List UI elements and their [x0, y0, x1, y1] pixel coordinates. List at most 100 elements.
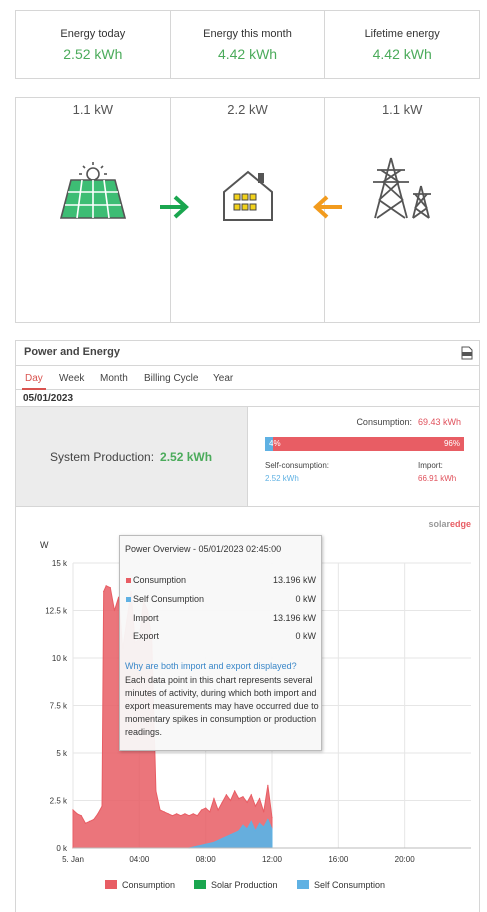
solar-power-value: 1.1 kW — [72, 102, 114, 117]
data-point — [196, 845, 198, 847]
tooltip-explanation: Each data point in this chart represents… — [125, 675, 319, 737]
power-overview-tooltip: Power Overview - 05/01/2023 02:45:00 Con… — [119, 535, 322, 751]
data-point — [254, 805, 257, 807]
home-column: 2.2 kW — [171, 98, 343, 322]
x-tick-label: 20:00 — [395, 855, 416, 864]
legend-self-consumption[interactable]: Self Consumption — [297, 880, 385, 890]
data-point — [263, 811, 265, 813]
active-tab-underline — [22, 388, 46, 390]
data-point — [159, 809, 161, 811]
consumption-box: Consumption: 69.43 kWh 4% 96% Self-consum… — [248, 407, 479, 506]
data-point — [246, 828, 248, 830]
y-axis-label: W — [40, 540, 49, 550]
consumption-label: Consumption: — [356, 417, 412, 427]
period-tabs: Day Week Month Billing Cycle Year — [16, 366, 479, 390]
data-point — [105, 585, 107, 587]
x-tick-label: 08:00 — [196, 855, 217, 864]
legend-solar-production[interactable]: Solar Production — [194, 880, 278, 890]
data-point — [113, 609, 116, 612]
legend-consumption[interactable]: Consumption — [105, 880, 175, 890]
data-point — [103, 590, 105, 593]
energy-month-value: 4.42 kWh — [217, 46, 278, 62]
tab-year[interactable]: Year — [213, 373, 233, 384]
power-flow-panel: 1.1 kW 2.2 kW 1.1 kW — [15, 97, 480, 323]
data-point — [200, 809, 203, 811]
energy-today-card: Energy today 2.52 kWh — [16, 11, 171, 78]
data-point — [221, 837, 223, 840]
tooltip-row-value: 13.196 kW — [272, 613, 316, 623]
tab-billing-cycle[interactable]: Billing Cycle — [144, 373, 198, 384]
consumption-swatch — [126, 578, 131, 584]
energy-today-label: Energy today — [60, 28, 126, 40]
power-chart[interactable]: solaredge 0 k 2.5 k 5 k 7.5 k 10 k 12.5 k 15 k… — [16, 509, 479, 912]
data-point — [188, 815, 190, 817]
y-tick-label: 0 k — [56, 844, 68, 853]
tooltip-help-link[interactable]: Why are both import and export displayed… — [125, 661, 297, 671]
data-point — [213, 798, 215, 800]
data-point — [221, 801, 223, 803]
panel-header: Power and Energy — [16, 341, 479, 366]
data-point — [88, 820, 91, 822]
grid-column: 1.1 kW — [325, 98, 479, 322]
csv-export-icon[interactable] — [461, 346, 473, 360]
self-percent: 4% — [269, 439, 281, 448]
legend-swatch — [105, 880, 117, 889]
tab-day[interactable]: Day — [25, 373, 43, 384]
data-point — [229, 834, 232, 836]
data-point — [250, 820, 252, 822]
import-percent: 96% — [443, 439, 460, 448]
system-production-value: 2.52 kWh — [160, 450, 213, 464]
data-point — [76, 813, 78, 815]
data-point — [213, 841, 215, 843]
solar-column: 1.1 kW — [16, 98, 189, 322]
selected-date[interactable]: 05/01/2023 — [16, 390, 479, 407]
brand-text-2: edge — [449, 519, 471, 529]
data-point — [163, 811, 165, 813]
lifetime-energy-label: Lifetime energy — [364, 28, 440, 40]
grid-power-value: 1.1 kW — [381, 102, 423, 117]
data-point — [242, 824, 244, 826]
energy-today-value: 2.52 kWh — [63, 46, 123, 62]
data-point — [250, 794, 252, 796]
consumption-total: Consumption: 69.43 kWh — [356, 417, 461, 427]
lifetime-energy-value: 4.42 kWh — [372, 46, 432, 62]
tooltip-row-value: 13.196 kW — [272, 575, 316, 585]
legend-swatch — [297, 880, 309, 889]
y-tick-label: 12.5 k — [45, 607, 68, 616]
consumption-value: 69.43 kWh — [417, 417, 461, 427]
x-tick-label: 12:00 — [262, 855, 283, 864]
data-point — [217, 809, 219, 811]
tooltip-row-value: 0 kW — [295, 594, 316, 604]
import-label: Import: — [418, 461, 443, 470]
x-tick-label: 16:00 — [328, 855, 349, 864]
consumption-split-bar: 4% 96% — [265, 437, 464, 451]
data-point — [254, 830, 257, 832]
tooltip-row-name: Self Consumption — [133, 594, 205, 604]
tab-month[interactable]: Month — [100, 373, 128, 384]
power-grid-tower-icon — [373, 157, 432, 219]
x-tick-label: 5. Jan — [62, 855, 84, 864]
legend-label: Solar Production — [211, 880, 278, 890]
tooltip-row-name: Consumption — [133, 575, 187, 585]
legend-label: Self Consumption — [314, 880, 386, 890]
tab-week[interactable]: Week — [59, 373, 84, 384]
data-point — [192, 813, 194, 815]
data-point — [205, 843, 207, 845]
lifetime-energy-card: Lifetime energy 4.42 kWh — [325, 11, 479, 78]
energy-month-label: Energy this month — [203, 28, 292, 40]
y-tick-label: 5 k — [56, 749, 68, 758]
y-tick-label: 15 k — [52, 559, 68, 568]
data-point — [271, 828, 273, 830]
data-point — [184, 813, 186, 815]
x-tick-label: 04:00 — [129, 855, 150, 864]
data-point — [258, 822, 261, 824]
data-point — [171, 815, 174, 817]
data-point — [238, 798, 240, 800]
data-point — [180, 815, 182, 817]
data-point — [209, 811, 211, 813]
tooltip-row-name: Export — [133, 631, 160, 641]
energy-month-card: Energy this month 4.42 kWh — [171, 11, 326, 78]
self-consumption-swatch — [126, 597, 131, 603]
data-point — [84, 822, 87, 824]
legend-swatch — [194, 880, 206, 889]
